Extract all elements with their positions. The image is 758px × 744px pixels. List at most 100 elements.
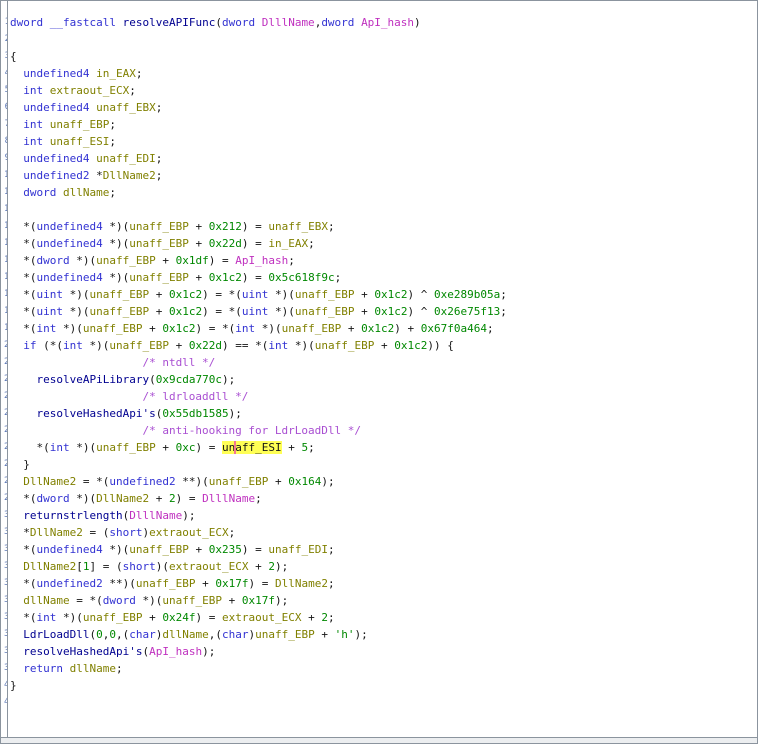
code-line[interactable]: dllName = *(dword *)(unaff_EBP + 0x17f); (10, 592, 757, 609)
code-token: unaff_EBP (294, 288, 355, 301)
code-line[interactable]: /* ntdll */ (10, 354, 757, 371)
line-number: 17 (1, 286, 7, 303)
code-token: extraout_ECX (168, 560, 249, 573)
line-number: 24 (1, 405, 7, 422)
code-line[interactable]: DllName2[1] = (short)(extraout_ECX + 2); (10, 558, 757, 575)
code-line[interactable]: *(int *)(unaff_EBP + 0xc) = unaff_ESI + … (10, 439, 757, 456)
code-token: DllName2 (274, 577, 328, 590)
code-token: ; (115, 662, 123, 675)
code-line[interactable]: int unaff_EBP; (10, 116, 757, 133)
code-token: ; (327, 543, 335, 556)
code-line[interactable]: *(undefined4 *)(unaff_EBP + 0x212) = una… (10, 218, 757, 235)
code-token: ) (414, 16, 421, 29)
code-token: DllName2 (23, 475, 77, 488)
line-number: 16 (1, 269, 7, 286)
code-token: resolveAPIFunc (122, 16, 216, 29)
code-token: ; (334, 271, 342, 284)
code-line[interactable]: *(undefined2 **)(unaff_EBP + 0x17f) = Dl… (10, 575, 757, 592)
code-token: ] = ( (89, 560, 123, 573)
line-number: 20 (1, 337, 7, 354)
code-token: ApI_hash (149, 645, 203, 658)
code-token: dllName (69, 662, 116, 675)
code-token: ); (354, 628, 368, 641)
code-token: ); (221, 373, 236, 386)
code-token: 0x1c2 (394, 339, 428, 352)
line-number: 35 (1, 592, 7, 609)
code-token: *)( (56, 322, 83, 335)
code-token: uint (241, 288, 269, 301)
code-line[interactable]: *DllName2 = (short)extraout_ECX; (10, 524, 757, 541)
code-line[interactable]: *(dword *)(DllName2 + 2) = DlllName; (10, 490, 757, 507)
code-line[interactable]: *(undefined4 *)(unaff_EBP + 0x22d) = in_… (10, 235, 757, 252)
code-token: + (314, 628, 335, 641)
code-token: uint (36, 288, 64, 301)
code-token: ) ^ (407, 288, 434, 301)
code-token: ; (109, 118, 116, 131)
line-number: 21 (1, 354, 7, 371)
code-token: * (96, 169, 103, 182)
code-token: ) = (175, 492, 203, 505)
code-line[interactable]: returnstrlength(DlllName); (10, 507, 757, 524)
code-token: + (188, 220, 209, 233)
line-number: 34 (1, 575, 7, 592)
code-line[interactable]: *(dword *)(unaff_EBP + 0x1df) = ApI_hash… (10, 252, 757, 269)
code-token: *( (10, 220, 37, 233)
code-line[interactable]: /* anti-hooking for LdrLoadDll */ (10, 422, 757, 439)
code-line[interactable] (10, 201, 757, 218)
code-line[interactable]: undefined4 unaff_EBX; (10, 99, 757, 116)
code-line[interactable]: undefined2 *DllName2; (10, 167, 757, 184)
code-line[interactable]: undefined4 in_EAX; (10, 65, 757, 82)
code-token: ) = (241, 543, 269, 556)
code-token: undefined4 (36, 543, 103, 556)
code-token: + (155, 254, 176, 267)
code-line[interactable]: undefined4 unaff_EDI; (10, 150, 757, 167)
code-line[interactable]: dword dllName; (10, 184, 757, 201)
code-line[interactable]: resolveHashedApi's(0x55db1585); (10, 405, 757, 422)
line-number: 5 (1, 82, 7, 99)
code-area[interactable]: dword __fastcall resolveAPIFunc(dword Dl… (8, 1, 757, 737)
code-line[interactable]: int extraout_ECX; (10, 82, 757, 99)
code-line[interactable]: LdrLoadDll(0,0,(char)dllName,(char)unaff… (10, 626, 757, 643)
line-number: 39 (1, 660, 7, 677)
code-token: ; (308, 237, 315, 250)
line-number: 2 (1, 31, 7, 48)
code-line[interactable]: resolveHashedApi's(ApI_hash); (10, 643, 757, 660)
line-number: 8 (1, 133, 7, 150)
code-line[interactable]: int unaff_ESI; (10, 133, 757, 150)
code-line[interactable]: /* ldrloaddll */ (10, 388, 757, 405)
horizontal-scrollbar[interactable] (1, 737, 757, 743)
code-token: unaff_EBP (129, 543, 189, 556)
code-line[interactable]: } (10, 456, 757, 473)
code-line[interactable]: *(undefined4 *)(unaff_EBP + 0x235) = una… (10, 541, 757, 558)
code-token: *( (10, 305, 37, 318)
code-line[interactable]: return dllName; (10, 660, 757, 677)
code-token: **)( (175, 475, 209, 488)
code-token: ) = (195, 611, 222, 624)
code-line[interactable]: *(uint *)(unaff_EBP + 0x1c2) = *(uint *)… (10, 303, 757, 320)
code-line[interactable]: { (10, 48, 757, 65)
code-token: *( (10, 543, 37, 556)
code-line[interactable]: *(undefined4 *)(unaff_EBP + 0x1c2) = 0x5… (10, 269, 757, 286)
code-line[interactable] (10, 31, 757, 48)
code-line[interactable]: *(uint *)(unaff_EBP + 0x1c2) = *(uint *)… (10, 286, 757, 303)
code-token: + (374, 339, 395, 352)
code-line[interactable]: } (10, 677, 757, 694)
line-number: 14 (1, 235, 7, 252)
code-line[interactable]: if (*(int *)(unaff_EBP + 0x22d) == *(int… (10, 337, 757, 354)
code-line[interactable]: dword __fastcall resolveAPIFunc(dword Dl… (10, 14, 757, 31)
code-token: ( (215, 16, 222, 29)
code-token: /* anti-hooking for LdrLoadDll */ (10, 424, 361, 437)
code-line[interactable]: *(int *)(unaff_EBP + 0x1c2) = *(int *)(u… (10, 320, 757, 337)
code-token: *( (10, 611, 37, 624)
code-line[interactable]: *(int *)(unaff_EBP + 0x24f) = extraout_E… (10, 609, 757, 626)
code-line[interactable]: resolveAPiLibrary(0x9cda770c); (10, 371, 757, 388)
code-token: LdrLoadDll (23, 628, 90, 641)
code-line[interactable]: DllName2 = *(undefined2 **)(unaff_EBP + … (10, 473, 757, 490)
code-token: ; (308, 441, 315, 454)
code-token: char (221, 628, 249, 641)
code-token: dword (10, 186, 63, 199)
code-token: ; (109, 135, 116, 148)
code-token: ) = (241, 237, 269, 250)
